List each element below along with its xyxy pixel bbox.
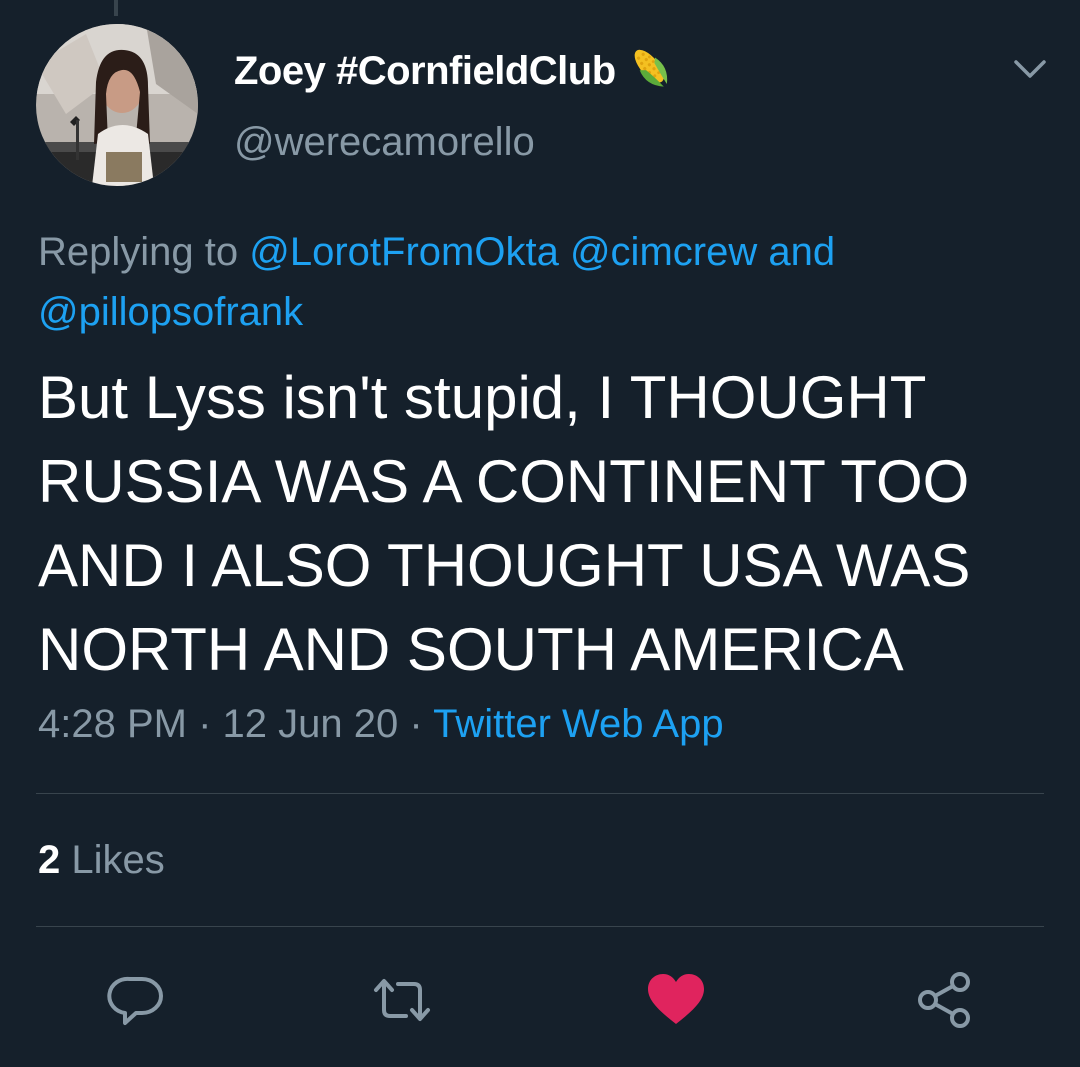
mention-link[interactable]: @cimcrew — [570, 230, 757, 274]
share-icon — [918, 972, 970, 1028]
reply-icon — [107, 976, 163, 1025]
mention-link[interactable]: @LorotFromOkta — [249, 230, 559, 274]
divider — [36, 793, 1044, 794]
heart-icon — [648, 974, 704, 1024]
tweet-time[interactable]: 4:28 PM — [38, 702, 187, 746]
display-name[interactable]: Zoey #CornfieldClub — [234, 46, 674, 102]
like-button[interactable] — [644, 968, 708, 1032]
user-handle[interactable]: @werecamorello — [234, 120, 535, 165]
chevron-down-icon — [1014, 60, 1046, 78]
avatar-image — [36, 24, 198, 186]
mention-joiner[interactable]: and — [768, 230, 835, 274]
meta-separator: · — [198, 702, 212, 746]
tweet-metadata: 4:28 PM · 12 Jun 20 · Twitter Web App — [38, 702, 724, 747]
replying-prefix: Replying to — [38, 230, 239, 274]
tweet-text: But Lyss isn't stupid, I THOUGHT RUSSIA … — [38, 364, 971, 683]
share-button[interactable] — [912, 968, 976, 1032]
divider — [36, 926, 1044, 927]
thread-connector-line — [114, 0, 118, 16]
likes-label: Likes — [71, 838, 165, 882]
retweet-icon — [374, 979, 430, 1021]
corn-emoji-icon — [624, 46, 674, 102]
mention-link[interactable]: @pillopsofrank — [38, 290, 303, 334]
replying-to-line: Replying to @LorotFromOkta @cimcrew and … — [38, 222, 1038, 342]
avatar[interactable] — [36, 24, 198, 186]
likes-stat[interactable]: 2 Likes — [38, 838, 165, 883]
retweet-button[interactable] — [370, 968, 434, 1032]
more-options-button[interactable] — [1012, 56, 1048, 82]
tweet-source-link[interactable]: Twitter Web App — [433, 702, 724, 746]
reply-button[interactable] — [104, 968, 168, 1032]
likes-count: 2 — [38, 838, 61, 882]
tweet-date[interactable]: 12 Jun 20 — [223, 702, 399, 746]
display-name-text: Zoey #CornfieldClub — [234, 49, 616, 93]
meta-separator: · — [409, 702, 423, 746]
